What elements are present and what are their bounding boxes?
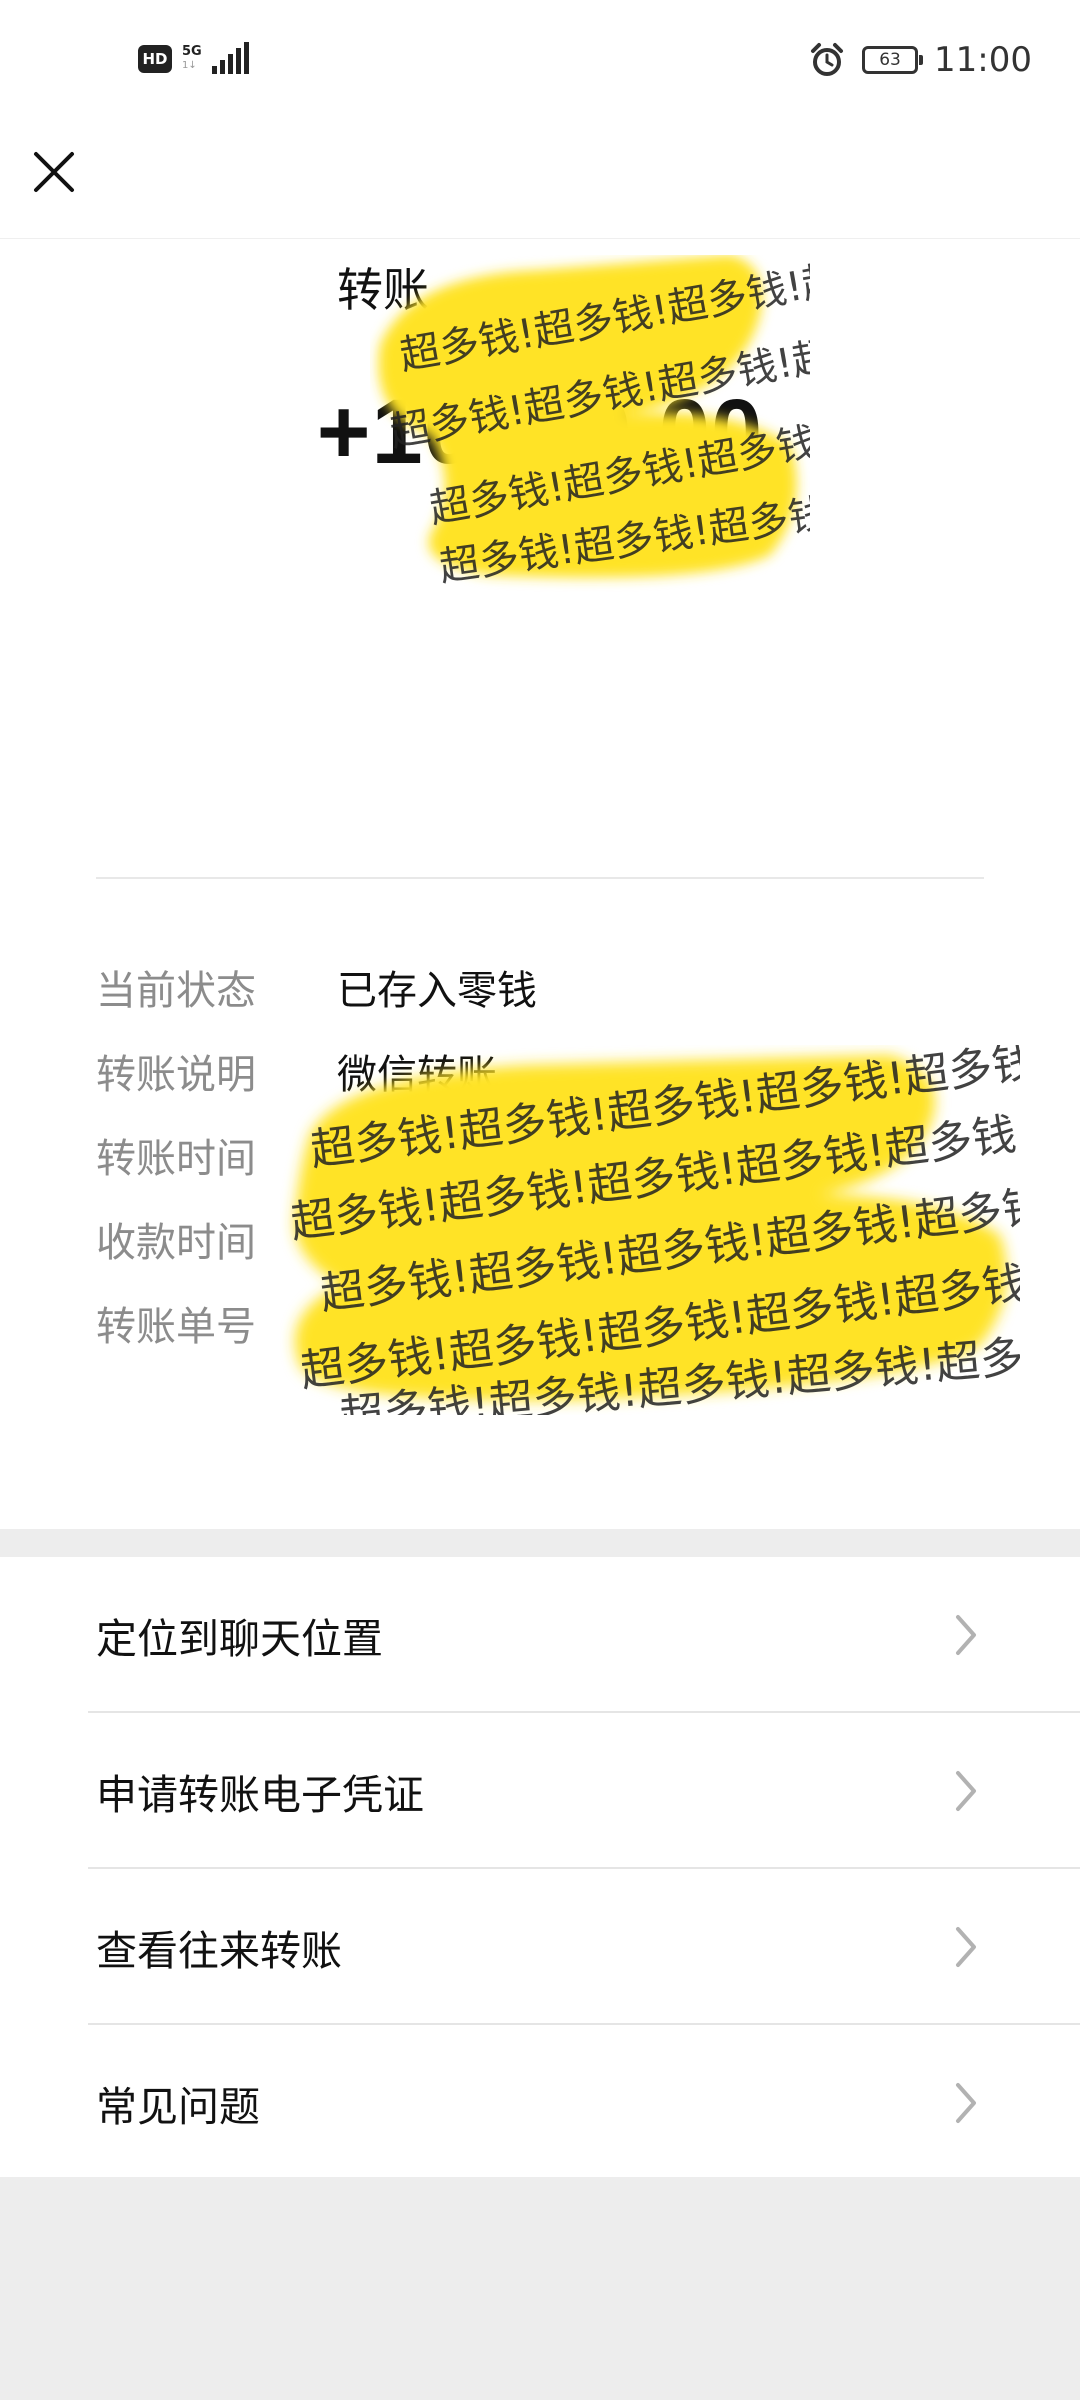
info-label-status: 当前状态 xyxy=(96,968,256,1014)
status-right: 63 11:00 xyxy=(808,40,1032,80)
action-list: 定位到聊天位置 申请转账电子凭证 查看往来转账 常见问题 xyxy=(0,1557,1080,2177)
action-label: 申请转账电子凭证 xyxy=(96,1771,424,1819)
redaction-sticker: 超多钱!超多钱!超多钱!超多钱!超多钱! 超多钱!超多钱!超多钱!超多钱!超多钱… xyxy=(378,255,810,591)
action-faq[interactable]: 常见问题 xyxy=(0,2025,1080,2181)
redaction-sticker-info: 超多钱!超多钱!超多钱!超多钱!超多钱! 超多钱!超多钱!超多钱!超多钱!超多钱… xyxy=(288,1045,1020,1415)
battery-level: 63 xyxy=(879,50,901,70)
close-button[interactable] xyxy=(28,146,80,198)
status-left: HD 5G 1↓ xyxy=(138,42,249,74)
info-label-transfer-id: 转账单号 xyxy=(96,1304,256,1350)
nav-bar xyxy=(0,130,1080,240)
status-bar: HD 5G 1↓ 63 11:00 xyxy=(0,0,1080,130)
action-label: 定位到聊天位置 xyxy=(96,1615,383,1663)
action-label: 查看往来转账 xyxy=(96,1927,342,1975)
network-sub-label: 1↓ xyxy=(182,60,197,71)
battery-icon: 63 xyxy=(862,46,924,74)
action-request-receipt[interactable]: 申请转账电子凭证 xyxy=(0,1713,1080,1869)
divider xyxy=(96,877,984,879)
info-label-receive-time: 收款时间 xyxy=(96,1220,256,1266)
alarm-icon xyxy=(808,41,846,79)
chevron-right-icon xyxy=(956,1771,976,1811)
network-type: 5G 1↓ xyxy=(182,45,202,73)
close-icon xyxy=(34,152,74,192)
chevron-right-icon xyxy=(956,1927,976,1967)
chevron-right-icon xyxy=(956,1615,976,1655)
chevron-right-icon xyxy=(956,2083,976,2123)
info-label-note: 转账说明 xyxy=(96,1052,256,1098)
clock: 11:00 xyxy=(934,40,1032,80)
signal-icon xyxy=(211,42,249,74)
action-view-history[interactable]: 查看往来转账 xyxy=(0,1869,1080,2025)
action-label: 常见问题 xyxy=(96,2083,260,2131)
info-value-status: 已存入零钱 xyxy=(337,968,537,1014)
info-label-transfer-time: 转账时间 xyxy=(96,1136,256,1182)
action-locate-in-chat[interactable]: 定位到聊天位置 xyxy=(0,1557,1080,1713)
hd-badge: HD xyxy=(138,45,172,73)
network-label: 5G xyxy=(182,44,202,59)
